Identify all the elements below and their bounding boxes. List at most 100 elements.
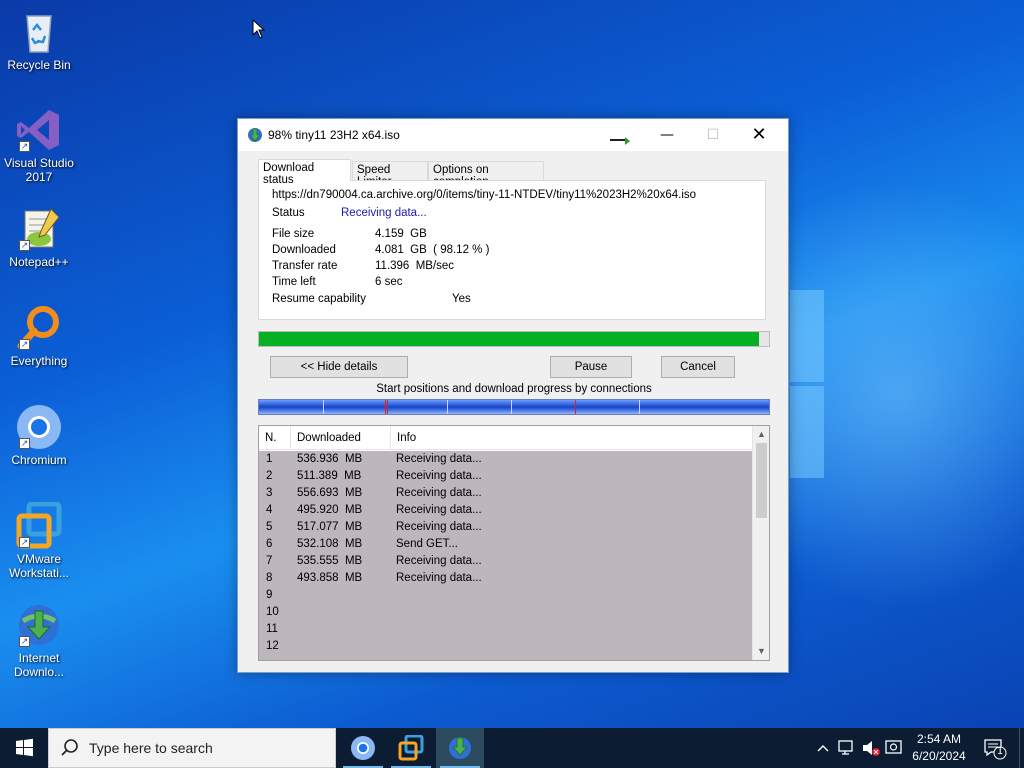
visual-studio-icon: ↗	[15, 106, 63, 154]
idm-app-icon	[247, 127, 263, 143]
connection-marker	[639, 400, 640, 414]
connection-marker	[447, 400, 448, 414]
tab-options-on-completion[interactable]: Options on completion	[428, 161, 544, 188]
volume-muted-icon[interactable]	[860, 728, 882, 768]
internet-download-manager-icon	[449, 737, 471, 759]
connections-progress-bar	[258, 399, 770, 415]
connection-info: Receiving data...	[396, 487, 482, 499]
connection-row[interactable]: 10	[259, 604, 752, 621]
connection-row[interactable]: 4 495.920 MB Receiving data...	[259, 502, 752, 519]
connections-list-scrollbar[interactable]: ▲ ▼	[752, 426, 769, 660]
everything-search-icon: ↗	[15, 304, 63, 352]
taskbar-app-vmware[interactable]	[387, 728, 435, 768]
download-progress-bar	[258, 331, 770, 347]
desktop-icon-notepad-plus-plus[interactable]: ↗ Notepad++	[0, 205, 78, 269]
connection-number: 7	[266, 555, 273, 567]
cancel-button[interactable]: Cancel	[661, 356, 735, 378]
transfer-rate-value: 11.396 MB/sec	[375, 260, 455, 272]
connection-row[interactable]: 3 556.693 MB Receiving data...	[259, 485, 752, 502]
close-button[interactable]: ✕	[736, 119, 782, 151]
connection-marker	[387, 400, 388, 414]
taskbar-app-internet-download-manager[interactable]	[436, 728, 484, 768]
connection-row[interactable]: 2 511.389 MB Receiving data...	[259, 468, 752, 485]
time-left-label: Time left	[272, 276, 316, 288]
scroll-down-icon[interactable]: ▼	[753, 643, 770, 660]
connection-marker	[575, 400, 576, 414]
connection-info: Receiving data...	[396, 572, 482, 584]
recycle-bin-icon	[15, 8, 63, 56]
connection-row[interactable]: 1 536.936 MB Receiving data...	[259, 451, 752, 468]
dialog-titlebar[interactable]: 98% tiny11 23H2 x64.iso — ☐ ✕	[238, 119, 788, 151]
shortcut-arrow-icon: ↗	[19, 438, 30, 449]
connection-downloaded: 556.693 MB	[297, 487, 363, 499]
connection-number: 10	[266, 606, 279, 618]
connection-row[interactable]: 11	[259, 621, 752, 638]
maximize-button[interactable]: ☐	[690, 119, 736, 151]
connections-progress-label: Start positions and download progress by…	[376, 383, 652, 395]
connection-number: 6	[266, 538, 273, 550]
status-value: Receiving data...	[341, 207, 427, 219]
tab-speed-limiter[interactable]: Speed Limiter	[352, 161, 428, 188]
vmware-icon	[398, 735, 424, 761]
desktop-icon-chromium[interactable]: ↗ Chromium	[0, 403, 78, 467]
desktop-icon-vmware[interactable]: ↗ VMware Workstati...	[0, 501, 78, 580]
download-progress-dialog: 98% tiny11 23H2 x64.iso — ☐ ✕ Download s…	[237, 118, 789, 673]
connection-row[interactable]: 8 493.858 MB Receiving data...	[259, 570, 752, 587]
taskbar-clock[interactable]: 2:54 AM 6/20/2024	[898, 731, 980, 765]
scroll-up-icon[interactable]: ▲	[753, 426, 770, 443]
desktop-icon-label: VMware Workstati...	[9, 552, 69, 580]
desktop-icon-label: Recycle Bin	[7, 58, 71, 72]
connection-info: Receiving data...	[396, 453, 482, 465]
connection-row[interactable]: 9	[259, 587, 752, 604]
hide-details-button[interactable]: << Hide details	[270, 356, 408, 378]
connection-downloaded: 495.920 MB	[297, 504, 363, 516]
connections-list[interactable]: N. Downloaded Info 1 536.936 MB Receiving …	[258, 425, 770, 661]
desktop-icon-label: Chromium	[11, 453, 67, 467]
connections-list-header: N. Downloaded Info	[259, 426, 752, 450]
shortcut-arrow-icon: ↗	[19, 141, 30, 152]
pause-button[interactable]: Pause	[550, 356, 632, 378]
column-header-number[interactable]: N.	[259, 426, 291, 450]
column-header-info[interactable]: Info	[391, 426, 741, 450]
notification-center-button[interactable]: 1	[978, 728, 1018, 768]
scrollbar-thumb[interactable]	[756, 443, 767, 518]
taskbar-app-chromium[interactable]	[339, 728, 387, 768]
minimize-button[interactable]: —	[644, 119, 690, 151]
notepad-plus-plus-icon: ↗	[15, 205, 63, 253]
connection-info: Send GET...	[396, 538, 459, 550]
status-label: Status	[272, 207, 305, 219]
resume-capability-value: Yes	[452, 293, 471, 305]
connection-downloaded: 535.555 MB	[297, 555, 363, 567]
taskbar-search-box[interactable]: Type here to search	[48, 728, 336, 768]
start-button[interactable]	[0, 728, 48, 768]
mouse-cursor-icon	[252, 18, 266, 42]
tray-show-hidden-icons[interactable]	[814, 728, 832, 768]
connection-downloaded: 517.077 MB	[297, 521, 363, 533]
connection-row[interactable]: 12	[259, 638, 752, 655]
desktop-icon-everything[interactable]: ↗ Everything	[0, 304, 78, 368]
network-icon[interactable]	[836, 728, 856, 768]
desktop-icon-internet-download-manager[interactable]: ↗ Internet Downlo...	[0, 601, 78, 679]
connection-info: Receiving data...	[396, 521, 482, 533]
desktop-icon-visual-studio[interactable]: ↗ Visual Studio 2017	[0, 106, 78, 184]
connection-row[interactable]: 7 535.555 MB Receiving data...	[259, 553, 752, 570]
connection-row[interactable]: 6 532.108 MB Send GET...	[259, 536, 752, 553]
connection-info: Receiving data...	[396, 470, 482, 482]
connection-number: 8	[266, 572, 273, 584]
resume-capability-label: Resume capability	[272, 293, 366, 305]
connection-row[interactable]: 5 517.077 MB Receiving data...	[259, 519, 752, 536]
connection-marker	[511, 400, 512, 414]
desktop-icon-recycle-bin[interactable]: Recycle Bin	[0, 8, 78, 72]
connection-number: 1	[266, 453, 273, 465]
column-header-downloaded[interactable]: Downloaded	[291, 426, 391, 450]
download-url: https://dn790004.ca.archive.org/0/items/…	[272, 189, 697, 201]
connection-marker	[323, 400, 324, 414]
show-desktop-button[interactable]	[1019, 728, 1024, 768]
vmware-icon: ↗	[15, 501, 63, 550]
time-left-value: 6 sec	[375, 276, 403, 288]
connection-downloaded: 511.389 MB	[297, 470, 362, 482]
chromium-icon	[351, 736, 375, 760]
tab-download-status[interactable]: Download status	[258, 159, 351, 186]
dialog-title: 98% tiny11 23H2 x64.iso	[268, 128, 400, 142]
downloaded-value: 4.081 GB ( 98.12 % )	[375, 244, 490, 256]
